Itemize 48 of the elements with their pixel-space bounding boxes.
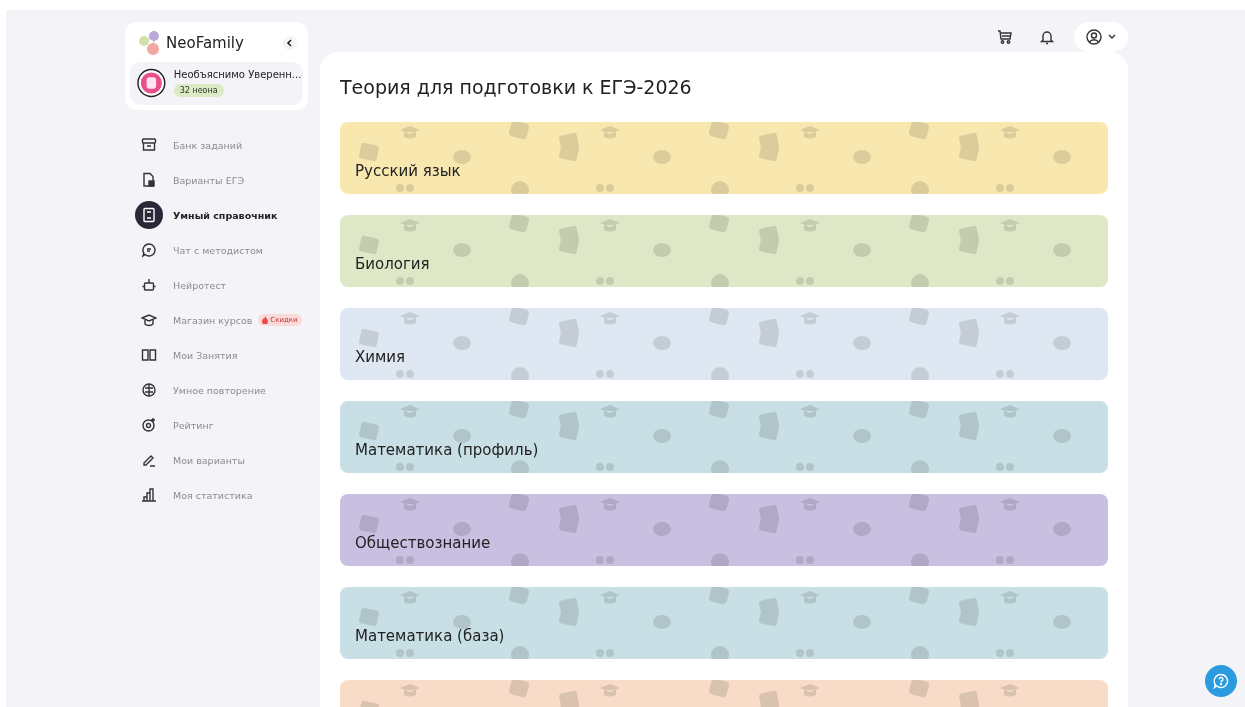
chevron-left-icon bbox=[286, 39, 294, 47]
neon-balance-badge: 32 неона bbox=[173, 84, 224, 97]
collapse-button[interactable] bbox=[283, 36, 297, 50]
subject-title: Русский язык bbox=[355, 162, 461, 180]
subject-card[interactable]: Обществознание bbox=[340, 494, 1108, 566]
nav-label: Варианты ЕГЭ bbox=[173, 174, 245, 186]
nav-label: Умное повторение bbox=[173, 384, 266, 396]
sidebar-item[interactable]: Умное повторение bbox=[135, 376, 308, 404]
nav-label: Чат с методистом bbox=[173, 244, 263, 256]
nav-label: Магазин курсов bbox=[173, 314, 253, 326]
user-circle-icon bbox=[1086, 29, 1102, 45]
subject-card[interactable]: Математика (профиль) bbox=[340, 401, 1108, 473]
flame-icon bbox=[262, 316, 269, 324]
nav-label: Рейтинг bbox=[173, 419, 214, 431]
nav-label: Мои Занятия bbox=[173, 349, 238, 361]
chevron-down-icon bbox=[1108, 34, 1116, 40]
subject-card[interactable]: Биология bbox=[340, 215, 1108, 287]
sidebar-item[interactable]: Банк заданий bbox=[135, 131, 308, 159]
subject-title: Математика (профиль) bbox=[355, 441, 539, 459]
account-menu-button[interactable] bbox=[1074, 22, 1128, 52]
subject-title: Химия bbox=[355, 348, 406, 366]
subject-card[interactable]: Математика (база) bbox=[340, 587, 1108, 659]
sidebar-item[interactable]: Чат с методистом bbox=[135, 236, 308, 264]
nav-label: Нейротест bbox=[173, 279, 227, 291]
subject-card[interactable]: Химия bbox=[340, 308, 1108, 380]
sidebar-item[interactable]: Мои Занятия bbox=[135, 341, 308, 369]
logo-text: NeoFamily bbox=[166, 34, 245, 52]
sidebar-item[interactable]: Умный справочник bbox=[135, 201, 308, 229]
help-button[interactable] bbox=[1205, 665, 1237, 697]
sidebar-item[interactable]: Мои варианты bbox=[135, 446, 308, 474]
nav-label: Мои варианты bbox=[173, 454, 245, 466]
nav-label: Банк заданий bbox=[173, 139, 243, 151]
avatar-icon bbox=[137, 68, 166, 98]
sidebar-item[interactable]: Рейтинг bbox=[135, 411, 308, 439]
nav-label: Умный справочник bbox=[173, 209, 278, 221]
page-title: Теория для подготовки к ЕГЭ-2026 bbox=[340, 76, 693, 98]
user-panel[interactable]: Необъяснимо Уверенн... 32 неона bbox=[130, 62, 303, 105]
subject-title: Обществознание bbox=[355, 534, 491, 552]
subject-title: Биология bbox=[355, 255, 430, 273]
subject-card[interactable]: Русский язык bbox=[340, 122, 1108, 194]
subject-title: Математика (база) bbox=[355, 627, 505, 645]
user-name: Необъяснимо Уверенн... bbox=[173, 69, 302, 80]
sidebar-item[interactable]: Моя статистика bbox=[135, 481, 308, 509]
question-bubble-icon bbox=[1213, 673, 1229, 689]
sidebar-item[interactable]: Варианты ЕГЭ bbox=[135, 166, 308, 194]
book-icon bbox=[135, 201, 163, 229]
nav-label: Моя статистика bbox=[173, 489, 253, 501]
sidebar-item[interactable]: Нейротест bbox=[135, 271, 308, 299]
